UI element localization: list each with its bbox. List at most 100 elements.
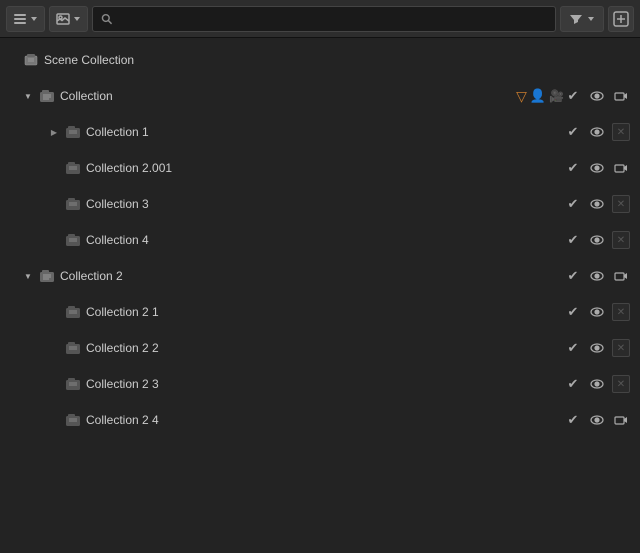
render-toggle[interactable] [612, 87, 630, 105]
eye-toggle[interactable] [588, 411, 606, 429]
filter-button[interactable] [560, 6, 604, 32]
exclude-toggle[interactable]: ✕ [612, 123, 630, 141]
row-content: ▼ Collection ▽ 👤 🎥 [22, 87, 564, 105]
eye-toggle[interactable] [588, 87, 606, 105]
row-content: Collection 2 1 [48, 303, 564, 321]
visibility-check[interactable]: ✔ [564, 231, 582, 249]
filter-icon [569, 12, 583, 26]
collection-3-label: Collection 3 [86, 197, 564, 211]
camera-icon: 🎥 [549, 89, 564, 103]
image-display-icon [56, 12, 70, 26]
eye-toggle[interactable] [588, 375, 606, 393]
collection-icon [64, 195, 82, 213]
eye-toggle[interactable] [588, 267, 606, 285]
display-mode-button[interactable] [49, 6, 88, 32]
chevron-down-icon3 [587, 15, 595, 23]
tree-row[interactable]: Collection 4 ✔ ✕ [0, 222, 640, 258]
render-toggle[interactable] [612, 267, 630, 285]
row-controls: ✔ ✕ [564, 375, 634, 393]
tree-row[interactable]: ▶ Collection 1 ✔ [0, 114, 640, 150]
visibility-check[interactable]: ✔ [564, 195, 582, 213]
eye-toggle[interactable] [588, 123, 606, 141]
row-content: Collection 4 [48, 231, 564, 249]
eye-toggle[interactable] [588, 195, 606, 213]
visibility-check[interactable]: ✔ [564, 375, 582, 393]
visibility-check[interactable]: ✔ [564, 87, 582, 105]
chevron-down-icon [30, 15, 38, 23]
row-controls: ✔ ✕ [564, 339, 634, 357]
row-content: Collection 2 2 [48, 339, 564, 357]
collection-label: Collection [60, 89, 506, 103]
expand-arrow[interactable]: ▶ [48, 126, 60, 138]
tree-row[interactable]: ▼ Collection ▽ 👤 🎥 [0, 78, 640, 114]
row-controls: ✔ ✕ [564, 195, 634, 213]
eye-toggle[interactable] [588, 339, 606, 357]
row-controls: ✔ ✕ [564, 231, 634, 249]
expand-arrow[interactable]: ▼ [22, 90, 34, 102]
collection-1-label: Collection 1 [86, 125, 564, 139]
tree-row[interactable]: Scene Collection [0, 42, 640, 78]
row-content: Collection 2.001 [48, 159, 564, 177]
visibility-check[interactable]: ✔ [564, 123, 582, 141]
row-controls: ✔ [564, 87, 634, 105]
visibility-check[interactable]: ✔ [564, 339, 582, 357]
row-controls: ✔ ✕ [564, 123, 634, 141]
visibility-check[interactable]: ✔ [564, 159, 582, 177]
eye-toggle[interactable] [588, 231, 606, 249]
collection-icon [64, 375, 82, 393]
tree-row[interactable]: Collection 2 1 ✔ ✕ [0, 294, 640, 330]
inline-icons: ▽ 👤 🎥 [516, 88, 564, 105]
visibility-check[interactable]: ✔ [564, 267, 582, 285]
cone-icon: ▽ [516, 88, 527, 105]
collection-2-2-label: Collection 2 2 [86, 341, 564, 355]
view-mode-button[interactable] [6, 6, 45, 32]
row-content: ▼ Collection 2 [22, 267, 564, 285]
search-input[interactable] [119, 13, 547, 25]
exclude-toggle[interactable]: ✕ [612, 375, 630, 393]
exclude-toggle[interactable]: ✕ [612, 231, 630, 249]
scene-collection-label: Scene Collection [44, 53, 634, 67]
collection-icon [64, 231, 82, 249]
row-content: Scene Collection [6, 51, 634, 69]
tree-row[interactable]: Collection 2 2 ✔ ✕ [0, 330, 640, 366]
collection-2-1-label: Collection 2 1 [86, 305, 564, 319]
tree-row[interactable]: Collection 2 4 ✔ [0, 402, 640, 438]
exclude-toggle[interactable]: ✕ [612, 195, 630, 213]
render-toggle[interactable] [612, 159, 630, 177]
exclude-toggle[interactable]: ✕ [612, 339, 630, 357]
search-icon [101, 13, 113, 25]
collection-2-label: Collection 2 [60, 269, 564, 283]
collection-icon [64, 159, 82, 177]
lamp-icon: 👤 [530, 88, 546, 104]
row-controls: ✔ ✕ [564, 303, 634, 321]
eye-toggle[interactable] [588, 303, 606, 321]
scene-collection-icon [22, 51, 40, 69]
render-toggle[interactable] [612, 411, 630, 429]
tree-row[interactable]: Collection 2.001 ✔ [0, 150, 640, 186]
collection-2-icon [38, 267, 56, 285]
tree-area: Scene Collection ▼ Collection [0, 38, 640, 553]
row-content: Collection 2 4 [48, 411, 564, 429]
row-content: ▶ Collection 1 [48, 123, 564, 141]
row-content: Collection 3 [48, 195, 564, 213]
view-mode-icon [13, 12, 27, 26]
tree-row[interactable]: ▼ Collection 2 ✔ [0, 258, 640, 294]
collection-icon [64, 339, 82, 357]
add-icon [613, 11, 629, 27]
collection-icon [64, 411, 82, 429]
exclude-toggle[interactable]: ✕ [612, 303, 630, 321]
visibility-check[interactable]: ✔ [564, 303, 582, 321]
collection-icon [38, 87, 56, 105]
collection-2-3-label: Collection 2 3 [86, 377, 564, 391]
collection-icon [64, 303, 82, 321]
row-controls: ✔ [564, 411, 634, 429]
collection-2-4-label: Collection 2 4 [86, 413, 564, 427]
tree-row[interactable]: Collection 2 3 ✔ ✕ [0, 366, 640, 402]
eye-toggle[interactable] [588, 159, 606, 177]
header-bar [0, 0, 640, 38]
expand-arrow[interactable]: ▼ [22, 270, 34, 282]
outliner-panel: Scene Collection ▼ Collection [0, 0, 640, 553]
tree-row[interactable]: Collection 3 ✔ ✕ [0, 186, 640, 222]
add-collection-button[interactable] [608, 6, 634, 32]
visibility-check[interactable]: ✔ [564, 411, 582, 429]
